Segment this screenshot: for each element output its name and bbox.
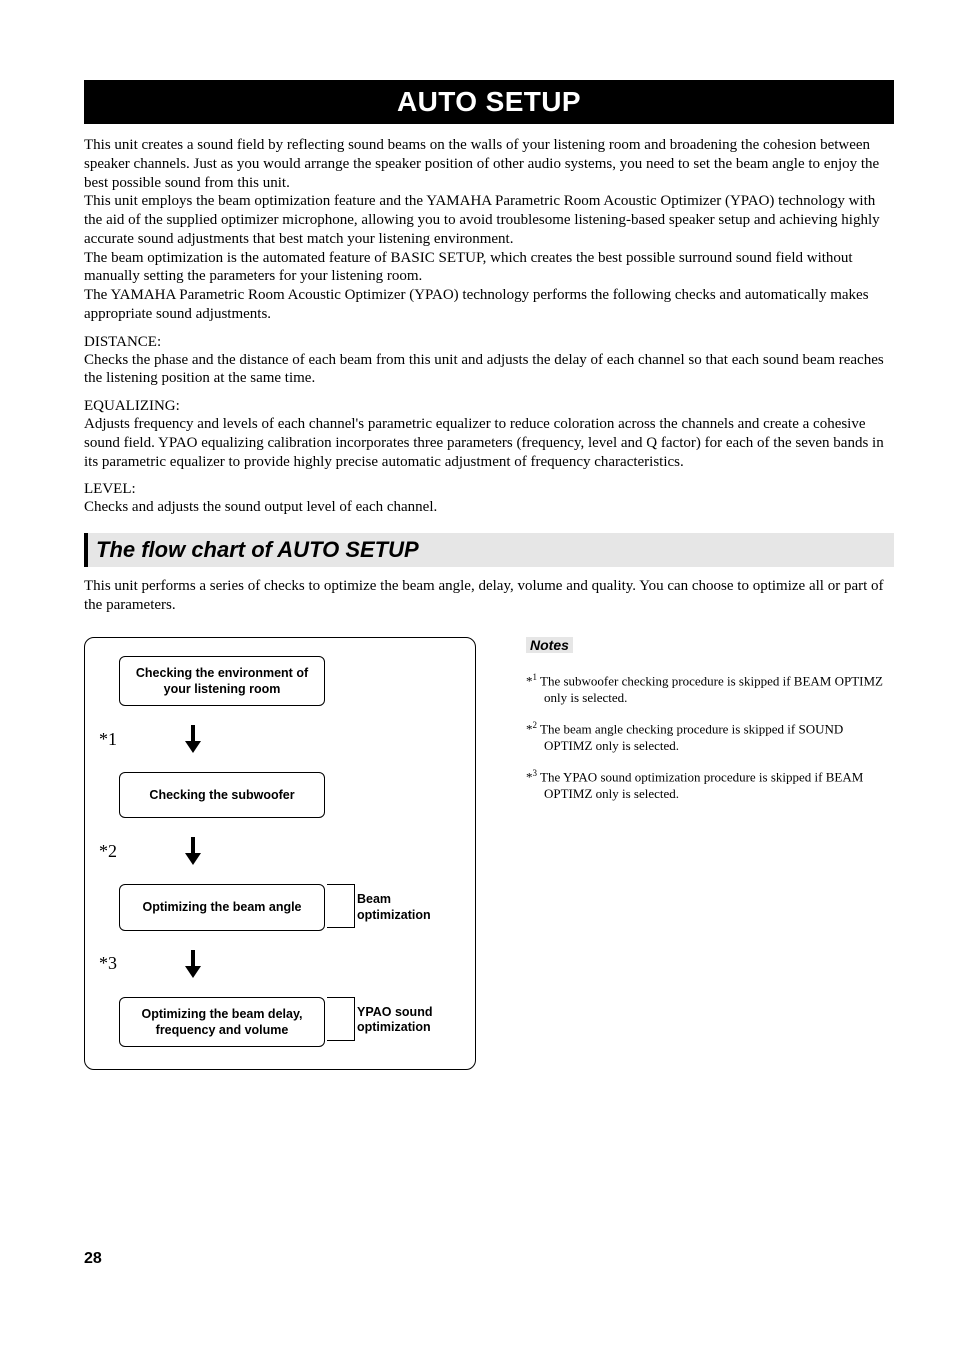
- flowchart-heading: The flow chart of AUTO SETUP: [96, 537, 886, 563]
- intro-p3: The beam optimization is the automated f…: [84, 249, 894, 287]
- flow-box-beam-delay: Optimizing the beam delay, frequency and…: [119, 997, 325, 1048]
- flow-side-beam-optimization: Beam optimization: [357, 892, 467, 923]
- page-title: AUTO SETUP: [84, 86, 894, 118]
- section-distance-body: Checks the phase and the distance of eac…: [84, 351, 894, 389]
- intro-p4: The YAMAHA Parametric Room Acoustic Opti…: [84, 286, 894, 324]
- flow-arrow-2: *2: [97, 818, 463, 884]
- flow-box-subwoofer: Checking the subwoofer: [119, 772, 325, 818]
- note-2: *2 The beam angle checking procedure is …: [526, 720, 894, 755]
- section-level-heading: LEVEL:: [84, 481, 894, 498]
- flow-box-environment: Checking the environment of your listeni…: [119, 656, 325, 707]
- section-distance-heading: DISTANCE:: [84, 334, 894, 351]
- flow-side-ypao-optimization: YPAO sound optimization: [357, 1005, 467, 1036]
- footnote-mark-3: *3: [97, 953, 137, 974]
- page-title-banner: AUTO SETUP: [84, 80, 894, 124]
- bracket-icon: [327, 884, 355, 928]
- note-3: *3 The YPAO sound optimization procedure…: [526, 768, 894, 803]
- section-equalizing-heading: EQUALIZING:: [84, 398, 894, 415]
- footnote-mark-1: *1: [97, 729, 137, 750]
- bracket-icon: [327, 997, 355, 1041]
- flowchart-intro: This unit performs a series of checks to…: [84, 577, 894, 615]
- flowchart-heading-banner: The flow chart of AUTO SETUP: [84, 533, 894, 567]
- note-text: The YPAO sound optimization procedure is…: [537, 769, 863, 801]
- page-number: 28: [84, 1250, 894, 1268]
- arrow-down-icon: [185, 950, 201, 978]
- flowchart-container: Checking the environment of your listeni…: [84, 637, 476, 1071]
- note-text: The subwoofer checking procedure is skip…: [537, 673, 883, 705]
- flow-arrow-3: *3: [97, 931, 463, 997]
- footnote-mark-2: *2: [97, 841, 137, 862]
- arrow-down-icon: [185, 725, 201, 753]
- flow-box-beam-angle: Optimizing the beam angle: [119, 884, 325, 930]
- notes-heading: Notes: [526, 637, 573, 653]
- note-text: The beam angle checking procedure is ski…: [537, 721, 843, 753]
- arrow-down-icon: [185, 837, 201, 865]
- section-equalizing-body: Adjusts frequency and levels of each cha…: [84, 415, 894, 471]
- intro-p1: This unit creates a sound field by refle…: [84, 136, 894, 192]
- note-1: *1 The subwoofer checking procedure is s…: [526, 672, 894, 707]
- flow-arrow-1: *1: [97, 706, 463, 772]
- intro-p2: This unit employs the beam optimization …: [84, 192, 894, 248]
- section-level-body: Checks and adjusts the sound output leve…: [84, 498, 894, 517]
